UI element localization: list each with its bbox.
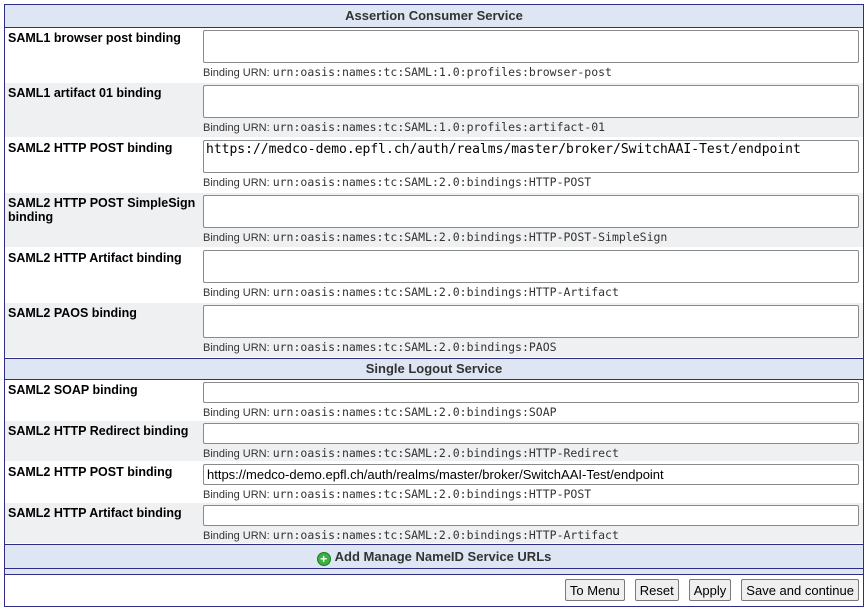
acs-row-saml2-http-post: SAML2 HTTP POST binding https://medco-de… bbox=[5, 138, 863, 193]
urn-prefix: Binding URN: bbox=[203, 407, 270, 419]
urn-value: urn:oasis:names:tc:SAML:2.0:bindings:SOA… bbox=[272, 405, 557, 419]
urn-prefix: Binding URN: bbox=[203, 287, 270, 299]
binding-urn-line: Binding URN: urn:oasis:names:tc:SAML:2.0… bbox=[203, 230, 859, 244]
add-nameid-link[interactable]: Add Manage NameID Service URLs bbox=[335, 549, 552, 564]
urn-prefix: Binding URN: bbox=[203, 530, 270, 542]
binding-urn-line: Binding URN: urn:oasis:names:tc:SAML:1.0… bbox=[203, 65, 859, 79]
field-label: SAML2 HTTP POST binding bbox=[8, 141, 173, 155]
slo-saml2-redirect-input[interactable] bbox=[203, 423, 859, 444]
field-label: SAML2 SOAP binding bbox=[8, 383, 138, 397]
slo-row-saml2-soap: SAML2 SOAP binding Binding URN: urn:oasi… bbox=[5, 380, 863, 421]
slo-saml2-http-post-input[interactable] bbox=[203, 464, 859, 485]
slo-section-title: Single Logout Service bbox=[365, 361, 503, 376]
field-label: SAML1 artifact 01 binding bbox=[8, 86, 162, 100]
urn-value: urn:oasis:names:tc:SAML:2.0:bindings:HTT… bbox=[272, 230, 668, 244]
acs-row-saml2-paos: SAML2 PAOS binding Binding URN: urn:oasi… bbox=[5, 303, 863, 358]
slo-saml2-soap-input[interactable] bbox=[203, 382, 859, 403]
binding-urn-line: Binding URN: urn:oasis:names:tc:SAML:2.0… bbox=[203, 405, 859, 419]
field-label: SAML2 PAOS binding bbox=[8, 306, 137, 320]
urn-value: urn:oasis:names:tc:SAML:2.0:bindings:HTT… bbox=[272, 528, 619, 542]
urn-value: urn:oasis:names:tc:SAML:2.0:bindings:PAO… bbox=[272, 340, 557, 354]
acs-row-saml2-simplesign: SAML2 HTTP POST SimpleSign binding Bindi… bbox=[5, 193, 863, 248]
acs-saml2-paos-input[interactable] bbox=[203, 305, 859, 338]
binding-urn-line: Binding URN: urn:oasis:names:tc:SAML:2.0… bbox=[203, 528, 859, 542]
acs-row-saml2-artifact: SAML2 HTTP Artifact binding Binding URN:… bbox=[5, 248, 863, 303]
slo-saml2-artifact-input[interactable] bbox=[203, 505, 859, 526]
save-and-continue-button[interactable]: Save and continue bbox=[741, 579, 859, 601]
binding-urn-line: Binding URN: urn:oasis:names:tc:SAML:1.0… bbox=[203, 120, 859, 134]
urn-prefix: Binding URN: bbox=[203, 67, 270, 79]
urn-prefix: Binding URN: bbox=[203, 177, 270, 189]
slo-section-header: Single Logout Service bbox=[5, 358, 863, 380]
metadata-form: Assertion Consumer Service SAML1 browser… bbox=[4, 4, 864, 607]
acs-saml2-http-post-input[interactable]: https://medco-demo.epfl.ch/auth/realms/m… bbox=[203, 140, 859, 173]
slo-row-saml2-http-post: SAML2 HTTP POST binding Binding URN: urn… bbox=[5, 462, 863, 503]
binding-urn-line: Binding URN: urn:oasis:names:tc:SAML:2.0… bbox=[203, 175, 859, 189]
urn-value: urn:oasis:names:tc:SAML:1.0:profiles:art… bbox=[272, 120, 606, 134]
field-label: SAML2 HTTP Artifact binding bbox=[8, 251, 182, 265]
urn-value: urn:oasis:names:tc:SAML:2.0:bindings:HTT… bbox=[272, 446, 619, 460]
acs-saml2-artifact-input[interactable] bbox=[203, 250, 859, 283]
urn-prefix: Binding URN: bbox=[203, 448, 270, 460]
field-label: SAML2 HTTP POST binding bbox=[8, 465, 173, 479]
apply-button[interactable]: Apply bbox=[688, 579, 732, 601]
urn-prefix: Binding URN: bbox=[203, 489, 270, 501]
acs-saml1-browser-post-input[interactable] bbox=[203, 30, 859, 63]
acs-saml1-artifact-input[interactable] bbox=[203, 85, 859, 118]
button-bar: To Menu Reset Apply Save and continue bbox=[5, 575, 863, 601]
field-label: SAML1 browser post binding bbox=[8, 31, 181, 45]
urn-prefix: Binding URN: bbox=[203, 232, 270, 244]
urn-value: urn:oasis:names:tc:SAML:2.0:bindings:HTT… bbox=[272, 175, 592, 189]
urn-prefix: Binding URN: bbox=[203, 122, 270, 134]
binding-urn-line: Binding URN: urn:oasis:names:tc:SAML:2.0… bbox=[203, 340, 859, 354]
binding-urn-line: Binding URN: urn:oasis:names:tc:SAML:2.0… bbox=[203, 285, 859, 299]
to-menu-button[interactable]: To Menu bbox=[564, 579, 625, 601]
urn-value: urn:oasis:names:tc:SAML:2.0:bindings:HTT… bbox=[272, 285, 619, 299]
acs-row-saml1-browser-post: SAML1 browser post binding Binding URN: … bbox=[5, 28, 863, 83]
urn-prefix: Binding URN: bbox=[203, 342, 270, 354]
field-label: SAML2 HTTP Artifact binding bbox=[8, 506, 182, 520]
reset-button[interactable]: Reset bbox=[634, 579, 679, 601]
field-label: SAML2 HTTP POST SimpleSign binding bbox=[8, 196, 196, 224]
acs-section-header: Assertion Consumer Service bbox=[5, 5, 863, 28]
binding-urn-line: Binding URN: urn:oasis:names:tc:SAML:2.0… bbox=[203, 446, 859, 460]
slo-row-saml2-redirect: SAML2 HTTP Redirect binding Binding URN:… bbox=[5, 421, 863, 462]
add-nameid-row[interactable]: + Add Manage NameID Service URLs bbox=[5, 544, 863, 569]
acs-saml2-simplesign-input[interactable] bbox=[203, 195, 859, 228]
urn-value: urn:oasis:names:tc:SAML:2.0:bindings:HTT… bbox=[272, 487, 592, 501]
urn-value: urn:oasis:names:tc:SAML:1.0:profiles:bro… bbox=[272, 65, 612, 79]
acs-section-title: Assertion Consumer Service bbox=[345, 8, 523, 23]
binding-urn-line: Binding URN: urn:oasis:names:tc:SAML:2.0… bbox=[203, 487, 859, 501]
slo-row-saml2-artifact: SAML2 HTTP Artifact binding Binding URN:… bbox=[5, 503, 863, 544]
field-label: SAML2 HTTP Redirect binding bbox=[8, 424, 189, 438]
acs-row-saml1-artifact: SAML1 artifact 01 binding Binding URN: u… bbox=[5, 83, 863, 138]
plus-circle-icon: + bbox=[316, 552, 331, 566]
